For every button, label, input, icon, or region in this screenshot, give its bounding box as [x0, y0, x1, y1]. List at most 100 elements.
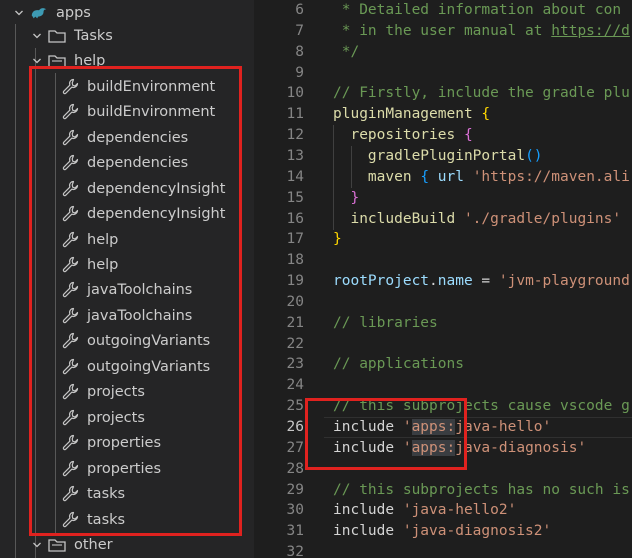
code-line[interactable]: 14 maven { url 'https://maven.ali — [254, 166, 632, 188]
code-token: // Firstly, include the gradle plu — [333, 85, 630, 102]
tree-item-label: outgoingVariants — [87, 358, 211, 375]
code-line[interactable]: 21 // libraries — [254, 313, 632, 334]
tree-item-label: help — [87, 256, 119, 273]
code-text: // applications — [333, 354, 464, 375]
task-item[interactable]: dependencies — [0, 150, 254, 175]
wrench-icon — [61, 409, 79, 427]
chevron-down-icon[interactable] — [12, 8, 26, 18]
code-line[interactable]: 32 — [254, 542, 632, 558]
task-item[interactable]: help — [0, 227, 254, 252]
line-number: 20 — [286, 293, 304, 310]
code-token: repositories — [333, 127, 456, 144]
code-text: include 'apps:java-hello' — [333, 417, 551, 438]
line-number: 19 — [286, 273, 304, 290]
chevron-down-icon[interactable] — [30, 56, 44, 66]
line-number: 12 — [286, 127, 304, 144]
task-item[interactable]: dependencyInsight — [0, 201, 254, 226]
code-line[interactable]: 31 include 'java-diagnosis2' — [254, 521, 632, 542]
code-line[interactable]: 30 include 'java-hello2' — [254, 500, 632, 521]
task-item[interactable]: dependencies — [0, 125, 254, 150]
code-line[interactable]: 7 * in the user manual at https://d — [254, 21, 632, 42]
task-item[interactable]: properties — [0, 430, 254, 455]
code-text: include 'java-hello2' — [333, 500, 516, 521]
wrench-icon — [61, 281, 79, 299]
wrench-icon — [61, 332, 79, 350]
code-token: * in the user manual at — [333, 22, 552, 39]
wrench-icon — [61, 231, 79, 249]
code-token: './gradle/plugins' — [463, 210, 622, 227]
task-item[interactable]: dependencyInsight — [0, 176, 254, 201]
code-line[interactable]: 23 // applications — [254, 354, 632, 375]
tree-item-root[interactable]: apps — [0, 0, 254, 25]
task-item[interactable]: javaToolchains — [0, 277, 254, 302]
tree-item-label: dependencyInsight — [87, 205, 226, 222]
code-token: ' — [402, 439, 412, 456]
code-token: = — [472, 273, 499, 290]
code-line[interactable]: 25 // this subprojects cause vscode g — [254, 396, 632, 417]
task-item[interactable]: tasks — [0, 481, 254, 506]
tree-item-label: dependencies — [87, 129, 189, 146]
code-text: // this subprojects cause vscode g — [333, 396, 630, 417]
code-line[interactable]: 16 includeBuild './gradle/plugins' — [254, 208, 632, 230]
code-line[interactable]: 9 — [254, 63, 632, 84]
code-line[interactable]: 15 } — [254, 187, 632, 209]
code-token: pluginManagement — [333, 106, 473, 123]
line-number: 10 — [286, 85, 304, 102]
code-token: { — [481, 106, 491, 123]
task-item[interactable]: properties — [0, 456, 254, 481]
code-text: } — [333, 229, 342, 250]
line-number: 22 — [286, 335, 304, 352]
task-item[interactable]: projects — [0, 379, 254, 404]
task-item[interactable]: javaToolchains — [0, 303, 254, 328]
chevron-down-icon[interactable] — [30, 540, 44, 550]
chevron-down-icon[interactable] — [30, 31, 44, 41]
code-line[interactable]: 6 * Detailed information about con — [254, 0, 632, 21]
wrench-icon — [61, 205, 79, 223]
code-line[interactable]: 24 — [254, 375, 632, 396]
line-number: 11 — [286, 106, 304, 123]
code-token: java-hello' — [455, 419, 552, 435]
code-token: // this subprojects cause vscode g — [333, 398, 630, 415]
tree-item-group[interactable]: other — [0, 532, 254, 557]
code-line[interactable]: 18 — [254, 250, 632, 271]
wrench-icon — [61, 383, 79, 401]
task-item[interactable]: tasks — [0, 507, 254, 532]
task-item[interactable]: buildEnvironment — [0, 99, 254, 124]
code-line[interactable]: 26 include 'apps:java-hello' — [254, 417, 632, 438]
code-editor[interactable]: 6 * Detailed information about con 7 * in… — [254, 0, 632, 558]
task-item[interactable]: projects — [0, 405, 254, 430]
code-line[interactable]: 11 pluginManagement { — [254, 104, 632, 125]
code-token: 'https://maven.ali — [472, 168, 630, 185]
code-line[interactable]: 8 */ — [254, 42, 632, 63]
code-text: include 'java-diagnosis2' — [333, 521, 551, 542]
code-line[interactable]: 20 — [254, 292, 632, 313]
code-line[interactable]: 29 // this subprojects has no such is — [254, 480, 632, 501]
tree-item-folder[interactable]: Tasks — [0, 23, 254, 48]
task-item[interactable]: outgoingVariants — [0, 328, 254, 353]
code-token: includeBuild — [333, 210, 456, 227]
code-line[interactable]: 17} — [254, 229, 632, 250]
code-text: maven { url 'https://maven.ali — [333, 167, 630, 188]
wrench-icon — [61, 78, 79, 96]
line-number: 7 — [295, 22, 304, 39]
line-number: 13 — [286, 147, 304, 164]
tree-item-label: apps — [56, 4, 91, 21]
code-line[interactable]: 28 — [254, 459, 632, 480]
task-item[interactable]: help — [0, 252, 254, 277]
line-number: 26 — [286, 419, 304, 435]
code-line[interactable]: 12 repositories { — [254, 125, 632, 147]
code-line[interactable]: 10 // Firstly, include the gradle plu — [254, 83, 632, 104]
tree-item-group[interactable]: help — [0, 48, 254, 73]
code-line[interactable]: 13 gradlePluginPortal() — [254, 145, 632, 167]
task-item[interactable]: buildEnvironment — [0, 74, 254, 99]
task-item[interactable]: outgoingVariants — [0, 354, 254, 379]
wrench-icon — [61, 129, 79, 147]
code-token: { — [463, 127, 473, 144]
code-line[interactable]: 27 include 'apps:java-diagnosis' — [254, 438, 632, 459]
line-number: 14 — [286, 168, 304, 185]
code-line[interactable]: 22 — [254, 334, 632, 355]
line-number: 8 — [295, 43, 304, 60]
code-line[interactable]: 19 rootProject.name = 'jvm-playground — [254, 271, 632, 292]
